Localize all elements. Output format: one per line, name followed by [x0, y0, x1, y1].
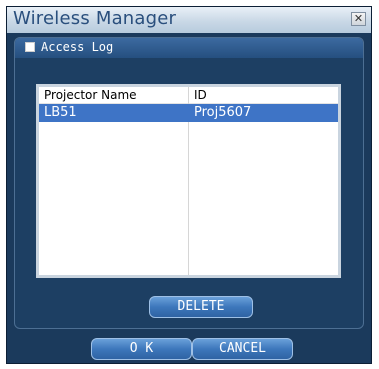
access-log-checkbox[interactable] — [25, 42, 35, 52]
panel-title: Access Log — [41, 40, 114, 54]
column-header-projector-name[interactable]: Projector Name — [44, 87, 137, 103]
ok-button[interactable]: O K — [91, 338, 192, 360]
table-row[interactable]: LB51 Proj5607 — [39, 104, 338, 122]
cell-id: Proj5607 — [194, 105, 252, 120]
cell-projector-name: LB51 — [44, 105, 77, 120]
wireless-manager-dialog: Wireless Manager ✕ Access Log Projector … — [6, 6, 372, 364]
column-header-id[interactable]: ID — [194, 87, 207, 103]
panel-header: Access Log — [15, 38, 363, 58]
projector-list[interactable]: Projector Name ID LB51 Proj5607 — [36, 84, 341, 278]
close-button[interactable]: ✕ — [351, 12, 366, 26]
delete-button[interactable]: DELETE — [149, 296, 253, 318]
bottom-button-bar: O K CANCEL — [7, 335, 371, 363]
close-icon: ✕ — [353, 12, 364, 25]
access-log-panel: Access Log Projector Name ID LB51 Proj56… — [14, 37, 364, 329]
cancel-button[interactable]: CANCEL — [192, 338, 293, 360]
window-title: Wireless Manager — [13, 8, 177, 29]
title-bar[interactable]: Wireless Manager ✕ — [7, 7, 371, 33]
